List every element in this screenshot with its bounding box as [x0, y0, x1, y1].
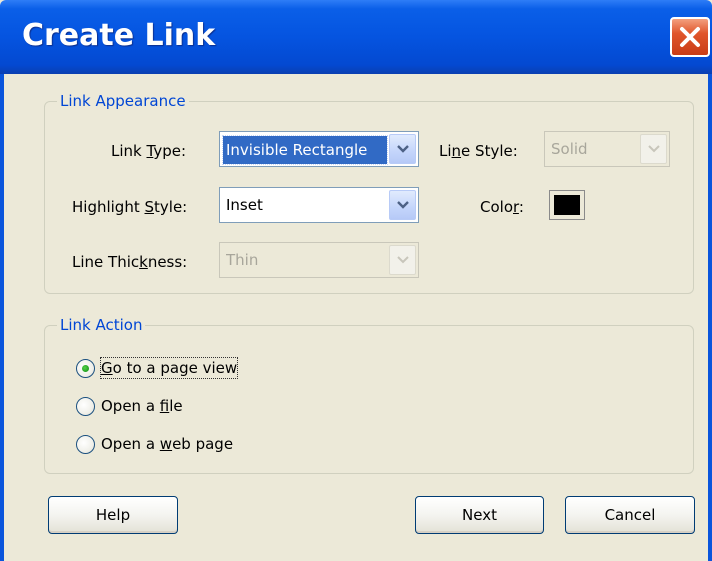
close-icon — [680, 27, 700, 47]
line-style-select: Solid — [544, 131, 670, 167]
radio-label: Go to a page view — [99, 357, 239, 379]
chevron-down-icon — [648, 145, 660, 153]
radio-selected-dot — [82, 365, 89, 372]
radio-button[interactable] — [76, 359, 95, 378]
link-type-label: Link Type: — [111, 142, 187, 160]
color-swatch — [554, 195, 580, 215]
link-appearance-legend: Link Appearance — [57, 92, 189, 110]
radio-button[interactable] — [76, 435, 95, 454]
cancel-button[interactable]: Cancel — [565, 496, 695, 534]
highlight-style-dropdown-button[interactable] — [389, 190, 416, 220]
close-button[interactable] — [670, 17, 710, 57]
link-type-select[interactable]: Invisible Rectangle — [219, 131, 419, 167]
chevron-down-icon — [397, 145, 409, 153]
highlight-style-label: Highlight Style: — [72, 198, 188, 216]
radio-label: Open a web page — [101, 435, 234, 453]
chevron-down-icon — [397, 256, 409, 264]
link-type-dropdown-button[interactable] — [389, 134, 416, 164]
radio-button[interactable] — [76, 397, 95, 416]
highlight-style-value: Inset — [226, 196, 263, 214]
title-bar[interactable]: Create Link — [0, 0, 712, 74]
dialog-body: Link Appearance Link Type: Invisible Rec… — [0, 74, 712, 561]
line-style-dropdown-button — [640, 134, 667, 164]
line-style-label: Line Style: — [439, 142, 518, 160]
line-thickness-value: Thin — [226, 251, 259, 269]
color-picker-button[interactable] — [549, 190, 585, 220]
line-thickness-label: Line Thickness: — [72, 253, 188, 271]
radio-label: Open a file — [101, 397, 183, 415]
next-button[interactable]: Next — [415, 496, 544, 534]
color-label: Color: — [480, 198, 524, 216]
link-action-legend: Link Action — [57, 316, 146, 334]
line-thickness-dropdown-button — [389, 245, 416, 275]
dialog-title: Create Link — [22, 18, 216, 53]
create-link-dialog: Create Link Link Appearance Link Type: I… — [0, 0, 712, 561]
line-thickness-select: Thin — [219, 242, 419, 278]
link-type-value: Invisible Rectangle — [222, 135, 388, 165]
help-button[interactable]: Help — [48, 496, 178, 534]
line-style-value: Solid — [551, 140, 588, 158]
chevron-down-icon — [397, 201, 409, 209]
highlight-style-select[interactable]: Inset — [219, 187, 419, 223]
